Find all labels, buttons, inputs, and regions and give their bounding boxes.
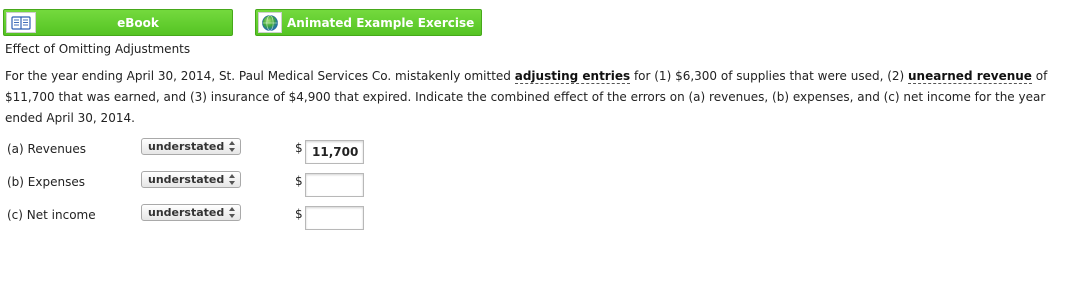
net-income-currency: $: [295, 207, 303, 221]
expenses-amount-input[interactable]: [305, 173, 364, 197]
revenues-amount-input[interactable]: [305, 140, 364, 164]
glossary-term-adjusting-entries[interactable]: adjusting entries: [514, 69, 631, 84]
net-income-amount-input[interactable]: [305, 206, 364, 230]
net-income-effect-select[interactable]: understated: [141, 204, 241, 221]
expenses-effect-select[interactable]: understated: [141, 171, 241, 188]
ebook-button-label: eBook: [117, 15, 159, 30]
revenues-currency: $: [295, 141, 303, 155]
select-arrows-icon: [229, 141, 235, 152]
question-text-part: For the year ending April 30, 2014, St. …: [5, 69, 515, 83]
book-icon: [6, 12, 36, 33]
net-income-label: (c) Net income: [7, 208, 96, 222]
expenses-label: (b) Expenses: [7, 175, 85, 189]
revenues-effect-select[interactable]: understated: [141, 138, 241, 155]
ebook-button[interactable]: eBook: [3, 9, 233, 36]
net-income-effect-value: understated: [148, 206, 225, 219]
select-arrows-icon: [229, 174, 235, 185]
select-arrows-icon: [229, 207, 235, 218]
section-title: Effect of Omitting Adjustments: [5, 42, 191, 56]
question-text: For the year ending April 30, 2014, St. …: [5, 66, 1070, 129]
revenues-label: (a) Revenues: [7, 142, 87, 156]
expenses-currency: $: [295, 174, 303, 188]
question-text-part: for (1) $6,300 of supplies that were use…: [630, 69, 909, 83]
glossary-term-unearned-revenue[interactable]: unearned revenue: [908, 69, 1032, 84]
expenses-effect-value: understated: [148, 173, 225, 186]
globe-icon: [258, 12, 282, 33]
animated-example-button-label: Animated Example Exercise: [287, 15, 475, 30]
animated-example-button[interactable]: Animated Example Exercise: [255, 9, 482, 36]
revenues-effect-value: understated: [148, 140, 225, 153]
